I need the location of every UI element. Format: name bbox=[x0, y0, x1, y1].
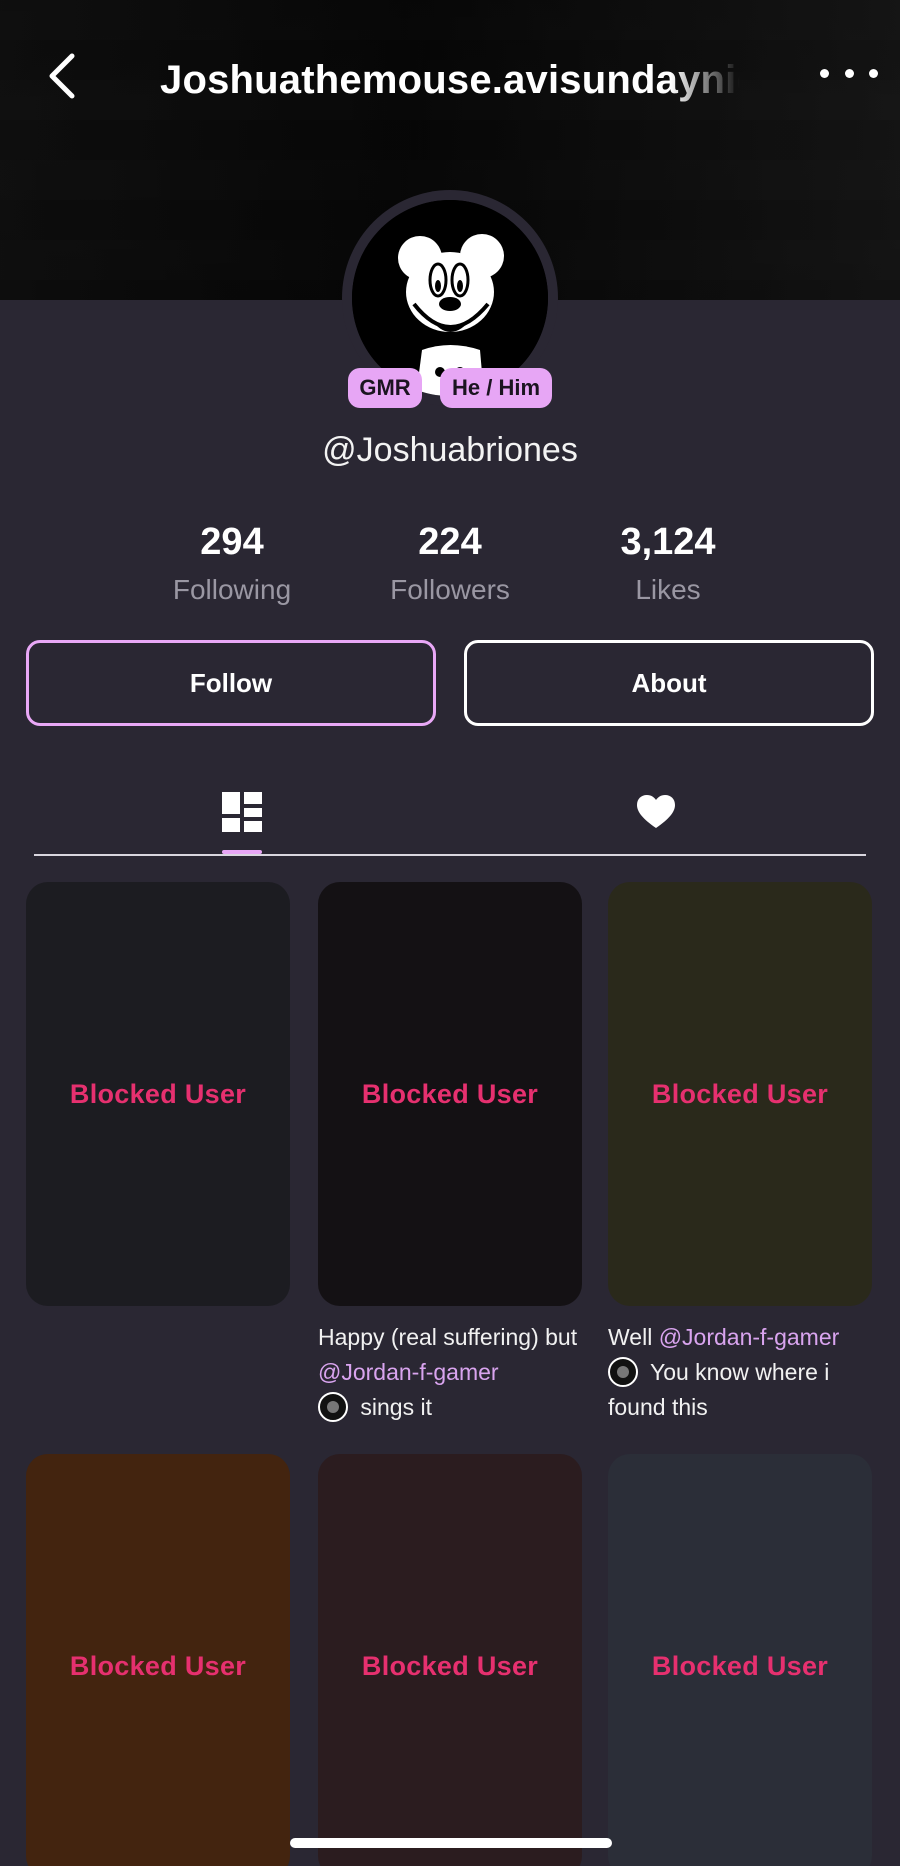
about-button[interactable]: About bbox=[464, 640, 874, 726]
blocked-user-label: Blocked User bbox=[361, 1078, 539, 1109]
mini-avatar-icon bbox=[608, 1357, 638, 1387]
stat-likes-label: Likes bbox=[635, 574, 701, 605]
caption-mention-link[interactable]: @Jordan-f-gamer bbox=[318, 1359, 499, 1385]
stat-followers-value: 224 bbox=[418, 521, 482, 563]
stat-likes: 3,124 Likes bbox=[558, 516, 778, 610]
blocked-user-label: Blocked User bbox=[651, 1078, 829, 1109]
video-tile[interactable]: Blocked User bbox=[318, 1454, 582, 1866]
back-button[interactable] bbox=[38, 48, 86, 104]
profile-tabs bbox=[34, 770, 866, 856]
blocked-user-label: Blocked User bbox=[69, 1078, 247, 1109]
profile-handle: @Joshuabriones bbox=[322, 431, 578, 469]
badge-pronouns: He / Him bbox=[440, 368, 552, 408]
video-tile[interactable]: Blocked User bbox=[318, 882, 582, 1306]
video-tile[interactable]: Blocked User bbox=[608, 882, 872, 1306]
caption-mention-link[interactable]: @Jordan-f-gamer bbox=[659, 1324, 840, 1350]
mini-avatar-icon bbox=[318, 1392, 348, 1422]
blocked-user-label: Blocked User bbox=[69, 1650, 247, 1681]
stat-likes-value: 3,124 bbox=[620, 521, 716, 563]
follow-button[interactable]: Follow bbox=[26, 640, 436, 726]
video-tile[interactable]: Blocked User bbox=[26, 882, 290, 1306]
cartoon-mouse-avatar-icon bbox=[352, 200, 548, 396]
video-caption: Well @Jordan-f-gamer You know where i fo… bbox=[608, 1320, 878, 1425]
more-options-button[interactable] bbox=[820, 56, 878, 90]
active-tab-indicator bbox=[222, 850, 262, 854]
blocked-user-label: Blocked User bbox=[651, 1650, 829, 1681]
badge-gmr: GMR bbox=[348, 368, 422, 408]
video-tile[interactable]: Blocked User bbox=[26, 1454, 290, 1866]
more-dot-icon bbox=[820, 68, 829, 78]
heart-icon bbox=[637, 795, 675, 828]
home-indicator[interactable] bbox=[290, 1838, 612, 1848]
stat-followers-label: Followers bbox=[390, 574, 510, 605]
blocked-user-label: Blocked User bbox=[361, 1650, 539, 1681]
caption-text: Happy (real suffering) but bbox=[318, 1324, 578, 1350]
video-caption: Happy (real suffering) but @Jordan-f-gam… bbox=[318, 1320, 588, 1425]
more-dot-icon bbox=[869, 68, 878, 78]
video-tile[interactable]: Blocked User bbox=[608, 1454, 872, 1866]
avatar[interactable] bbox=[352, 200, 548, 396]
caption-text: sings it bbox=[354, 1394, 432, 1420]
stat-followers[interactable]: 224 Followers bbox=[340, 516, 560, 610]
stat-following-label: Following bbox=[172, 574, 292, 605]
stat-following[interactable]: 294 Following bbox=[122, 516, 342, 610]
caption-text: You know where i found this bbox=[608, 1359, 830, 1420]
profile-title: Joshuathemouse.avisundaynight bbox=[160, 58, 740, 102]
tab-liked[interactable] bbox=[596, 770, 716, 854]
chevron-left-icon bbox=[49, 53, 75, 99]
caption-text: Well bbox=[608, 1324, 659, 1350]
profile-screen: Joshuathemouse.avisundaynight GMR He / H… bbox=[0, 0, 900, 1866]
more-dot-icon bbox=[844, 68, 854, 78]
stat-following-value: 294 bbox=[200, 521, 264, 563]
tab-videos[interactable] bbox=[182, 770, 302, 854]
grid-icon bbox=[222, 792, 262, 832]
